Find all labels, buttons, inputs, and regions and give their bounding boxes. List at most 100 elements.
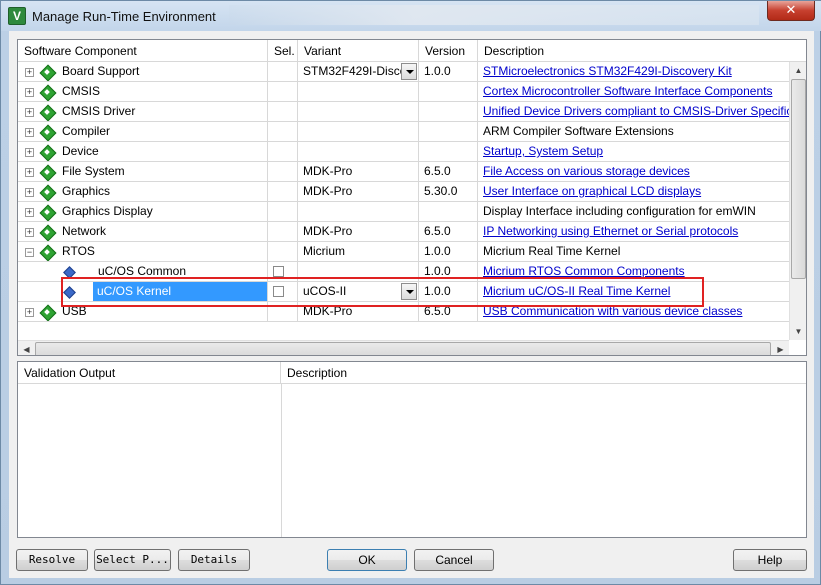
component-name-cell[interactable]: + Graphics xyxy=(18,182,268,202)
sel-cell[interactable] xyxy=(268,122,298,142)
header-validation-output[interactable]: Validation Output xyxy=(18,362,281,384)
cancel-button[interactable]: Cancel xyxy=(414,549,494,571)
description-link[interactable]: User Interface on graphical LCD displays xyxy=(483,184,701,198)
table-row[interactable]: + Network MDK-Pro 6.5.0 IP Networking using … xyxy=(18,222,789,242)
component-name: RTOS xyxy=(62,244,95,258)
header-validation-description[interactable]: Description xyxy=(281,362,806,384)
sel-cell[interactable] xyxy=(268,202,298,222)
description-link[interactable]: Micrium RTOS Common Components xyxy=(483,264,685,278)
description-cell: Micrium RTOS Common Components xyxy=(478,262,789,282)
table-row[interactable]: + Graphics MDK-Pro 5.30.0 User Interface on … xyxy=(18,182,789,202)
expand-icon[interactable]: + xyxy=(25,228,34,237)
sel-cell[interactable] xyxy=(268,182,298,202)
sel-cell[interactable] xyxy=(268,262,298,282)
header-description[interactable]: Description xyxy=(478,40,806,62)
component-name-cell[interactable]: + Graphics Display xyxy=(18,202,268,222)
expand-icon[interactable]: + xyxy=(25,168,34,177)
expand-icon[interactable]: + xyxy=(25,68,34,77)
table-row[interactable]: + File System MDK-Pro 6.5.0 File Access on v… xyxy=(18,162,789,182)
table-row[interactable]: + USB MDK-Pro 6.5.0 USB Communication with v… xyxy=(18,302,789,322)
scroll-down-icon[interactable]: ▼ xyxy=(790,323,806,340)
select-packs-button[interactable]: Select P... xyxy=(94,549,171,571)
table-row[interactable]: + Graphics Display Display Interface inclu… xyxy=(18,202,789,222)
sel-cell[interactable] xyxy=(268,62,298,82)
description-link[interactable]: USB Communication with various device cl… xyxy=(483,304,742,318)
select-checkbox[interactable] xyxy=(273,286,284,297)
table-row[interactable]: + Device Startup, System Setup xyxy=(18,142,789,162)
component-name-cell[interactable]: uC/OS Kernel xyxy=(18,282,268,302)
expand-icon[interactable]: + xyxy=(25,148,34,157)
component-name-cell[interactable]: uC/OS Common xyxy=(18,262,268,282)
window-title: Manage Run-Time Environment xyxy=(32,9,216,24)
component-name-cell[interactable]: + File System xyxy=(18,162,268,182)
collapse-icon[interactable]: − xyxy=(25,248,34,257)
scroll-right-icon[interactable]: ▶ xyxy=(772,341,789,355)
version-cell xyxy=(419,142,478,162)
description-link[interactable]: Cortex Microcontroller Software Interfac… xyxy=(483,84,772,98)
sel-cell[interactable] xyxy=(268,302,298,322)
expand-icon[interactable]: + xyxy=(25,208,34,217)
header-variant[interactable]: Variant xyxy=(298,40,419,62)
chevron-down-icon[interactable] xyxy=(401,283,417,300)
details-button[interactable]: Details xyxy=(178,549,250,571)
sel-cell[interactable] xyxy=(268,282,298,302)
horizontal-scrollbar[interactable]: ◀ ▶ xyxy=(18,340,789,355)
description-link[interactable]: STMicroelectronics STM32F429I-Discovery … xyxy=(483,64,732,78)
expand-icon[interactable]: + xyxy=(25,88,34,97)
ok-button[interactable]: OK xyxy=(327,549,407,571)
expand-icon[interactable]: + xyxy=(25,308,34,317)
sel-cell[interactable] xyxy=(268,162,298,182)
table-row[interactable]: uC/OS Common 1.0.0 Micrium RTOS Common Com… xyxy=(18,262,789,282)
component-name-cell[interactable]: + Network xyxy=(18,222,268,242)
description-cell: File Access on various storage devices xyxy=(478,162,789,182)
sel-cell[interactable] xyxy=(268,142,298,162)
table-row[interactable]: + CMSIS Cortex Microcontroller Software In… xyxy=(18,82,789,102)
close-button[interactable]: ✕ xyxy=(767,1,815,21)
variant-value: uCOS-II xyxy=(303,284,347,298)
scroll-up-icon[interactable]: ▲ xyxy=(790,62,806,79)
table-row[interactable]: + CMSIS Driver Unified Device Drivers comp… xyxy=(18,102,789,122)
expand-icon[interactable]: + xyxy=(25,188,34,197)
sel-cell[interactable] xyxy=(268,242,298,262)
expand-icon[interactable]: + xyxy=(25,128,34,137)
expand-icon[interactable]: + xyxy=(25,108,34,117)
table-row[interactable]: − RTOS Micrium 1.0.0 Micrium Real Time Kerne… xyxy=(18,242,789,262)
component-name-cell[interactable]: − RTOS xyxy=(18,242,268,262)
variant-cell[interactable]: STM32F429I-Discov xyxy=(298,62,419,82)
description-link[interactable]: Micrium uC/OS-II Real Time Kernel xyxy=(483,284,670,298)
component-name: uC/OS Kernel xyxy=(93,282,267,301)
header-software-component[interactable]: Software Component xyxy=(18,40,268,62)
header-sel[interactable]: Sel. xyxy=(268,40,298,62)
select-checkbox[interactable] xyxy=(273,266,284,277)
component-name-cell[interactable]: + CMSIS xyxy=(18,82,268,102)
table-row[interactable]: uC/OS Kernel uCOS-II 1.0.0 Micrium uC/OS-II… xyxy=(18,282,789,302)
component-name-cell[interactable]: + Compiler xyxy=(18,122,268,142)
table-row[interactable]: + Board Support STM32F429I-Discov 1.0.0 STMi… xyxy=(18,62,789,82)
resolve-button[interactable]: Resolve xyxy=(16,549,88,571)
component-name-cell[interactable]: + USB xyxy=(18,302,268,322)
description-cell: Display Interface including configuratio… xyxy=(478,202,789,222)
description-link[interactable]: IP Networking using Ethernet or Serial p… xyxy=(483,224,738,238)
component-name: USB xyxy=(62,304,87,318)
description-text: Display Interface including configuratio… xyxy=(483,204,756,218)
component-name: Graphics xyxy=(62,184,111,198)
horizontal-scroll-thumb[interactable] xyxy=(35,342,771,355)
sel-cell[interactable] xyxy=(268,82,298,102)
variant-cell[interactable]: uCOS-II xyxy=(298,282,419,302)
description-link[interactable]: File Access on various storage devices xyxy=(483,164,690,178)
component-name-cell[interactable]: + Board Support xyxy=(18,62,268,82)
description-link[interactable]: Startup, System Setup xyxy=(483,144,603,158)
component-class-icon xyxy=(40,105,54,119)
sel-cell[interactable] xyxy=(268,222,298,242)
description-link[interactable]: Unified Device Drivers compliant to CMSI… xyxy=(483,104,789,118)
component-name-cell[interactable]: + CMSIS Driver xyxy=(18,102,268,122)
component-name-cell[interactable]: + Device xyxy=(18,142,268,162)
header-version[interactable]: Version xyxy=(419,40,478,62)
help-button[interactable]: Help xyxy=(733,549,807,571)
vertical-scrollbar[interactable]: ▲ ▼ xyxy=(789,62,806,340)
vertical-scroll-thumb[interactable] xyxy=(791,79,806,279)
scroll-left-icon[interactable]: ◀ xyxy=(18,341,35,355)
table-row[interactable]: + Compiler ARM Compiler Software Extension… xyxy=(18,122,789,142)
chevron-down-icon[interactable] xyxy=(401,63,417,80)
sel-cell[interactable] xyxy=(268,102,298,122)
